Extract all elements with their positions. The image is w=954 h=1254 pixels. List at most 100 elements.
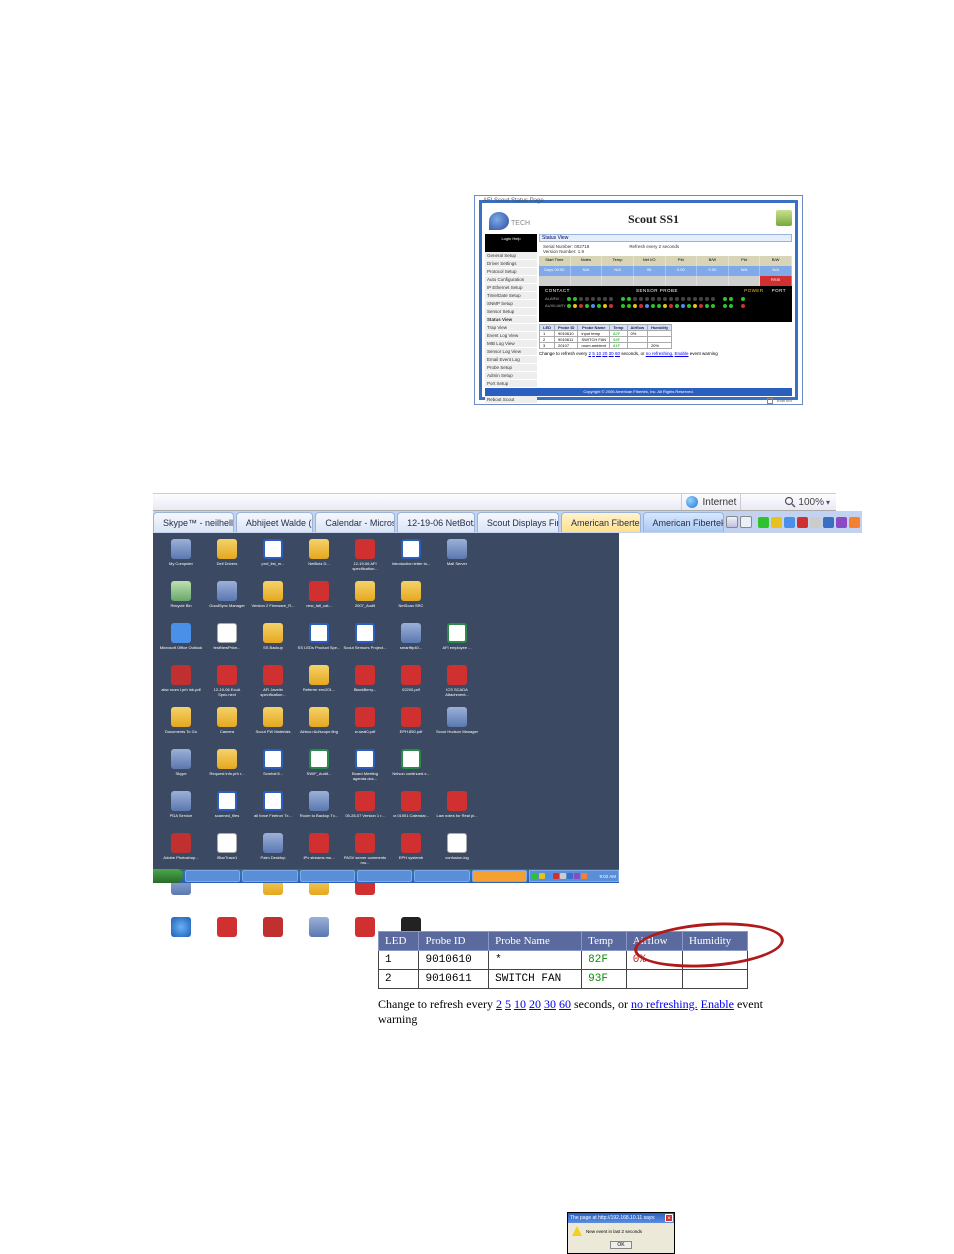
desktop-icon[interactable]: Camera <box>205 707 249 747</box>
desktop-icon[interactable]: iStarTrace1 <box>205 833 249 873</box>
link[interactable]: 10 <box>596 351 601 356</box>
desktop-icon[interactable]: scanned_files <box>205 791 249 831</box>
no-refresh-link[interactable]: no refreshing. <box>631 997 698 1011</box>
sidebar-item[interactable]: MIB Log View <box>485 340 537 348</box>
sidebar-item[interactable]: Reboot Scout <box>485 396 537 404</box>
zoom-control[interactable]: 100% ▾ <box>784 496 830 508</box>
desktop-icon[interactable]: NetBotz D... <box>297 539 341 579</box>
desktop-icon[interactable]: testNewPrice... <box>205 623 249 663</box>
tray-icon[interactable] <box>758 517 769 528</box>
enable-link[interactable]: Enable <box>701 997 734 1011</box>
desktop-icon[interactable]: PDA Service <box>159 791 203 831</box>
link[interactable]: 20 <box>602 351 607 356</box>
sidebar-item[interactable]: Admin Setup <box>485 372 537 380</box>
desktop-icon[interactable]: Dell Drivers <box>205 539 249 579</box>
desktop-icon[interactable]: NetScan SRC <box>389 581 433 621</box>
desktop-icon[interactable]: Introduction letter to... <box>389 539 433 579</box>
desktop-icon[interactable]: EPH systemb <box>389 833 433 873</box>
sidebar-item[interactable]: Driver Settings <box>485 260 537 268</box>
task-tab[interactable] <box>300 870 355 882</box>
sidebar-item[interactable]: IP Ethernet Setup <box>485 284 537 292</box>
sidebar-item[interactable]: Email Event Log <box>485 356 537 364</box>
start-button[interactable] <box>153 869 183 883</box>
sidebar-item[interactable]: General Setup <box>485 252 537 260</box>
desktop-icon[interactable]: Scout Hudson Manager <box>435 707 479 747</box>
desktop-icon[interactable]: Scmhsf.fl... <box>251 749 295 789</box>
tray-icon[interactable] <box>810 517 821 528</box>
print-icon[interactable] <box>740 516 752 528</box>
desktop-icon[interactable]: 2007_Audit <box>343 581 387 621</box>
task-tab[interactable] <box>185 870 240 882</box>
sidebar-item[interactable]: Time/Date Setup <box>485 292 537 300</box>
desktop-icon[interactable]: 12-19-06 EcoA Spec.next <box>205 665 249 705</box>
sidebar-item[interactable]: Auto Configuration <box>485 276 537 284</box>
desktop-icon[interactable]: Skype <box>159 749 203 789</box>
refresh-link-2[interactable]: 2 <box>496 997 502 1011</box>
sidebar-item[interactable]: Protocol Setup <box>485 268 537 276</box>
desktop-icon[interactable]: Request info.prh r... <box>205 749 249 789</box>
desktop-icon[interactable]: Board Meeting agenda.doc... <box>343 749 387 789</box>
refresh-link-60[interactable]: 60 <box>559 997 571 1011</box>
ok-button[interactable]: OK <box>610 1241 631 1249</box>
task-tab[interactable] <box>357 870 412 882</box>
desktop-icon[interactable]: ICS SCADA Attachment... <box>435 665 479 705</box>
link[interactable]: 5 <box>592 351 595 356</box>
desktop-icon[interactable]: Scout FW Materials <box>251 707 295 747</box>
desktop-icon[interactable]: smartftp40... <box>389 623 433 663</box>
desktop-icon[interactable]: abw room l.prh lnk.pdf <box>159 665 203 705</box>
desktop-icon[interactable]: Skim <box>251 917 295 957</box>
desktop-icon[interactable]: SWIF_Audit... <box>297 749 341 789</box>
link[interactable]: no refreshing. <box>646 351 674 356</box>
sidebar-item[interactable]: Sensor Log View <box>485 348 537 356</box>
desktop-icon[interactable]: EPH.850.pdf <box>389 707 433 747</box>
desktop-icon[interactable]: Scout Sensors Project... <box>343 623 387 663</box>
desktop-icon[interactable]: Microsoft Office Outlook <box>159 623 203 663</box>
desktop-icon[interactable]: w-seal0.pdf <box>343 707 387 747</box>
desktop-icon[interactable]: all force Firetron Tx... <box>251 791 295 831</box>
sidebar-item-status[interactable]: Status View <box>485 316 537 324</box>
desktop-icon[interactable]: new_fall_cat... <box>297 581 341 621</box>
desktop-icon[interactable]: IE <box>159 917 203 957</box>
sidebar-item[interactable]: Trap View <box>485 324 537 332</box>
browser-tab[interactable]: American Fibertek -... <box>643 512 724 532</box>
sidebar-item[interactable]: Event Log View <box>485 332 537 340</box>
link[interactable]: 2 <box>589 351 592 356</box>
task-tab-active[interactable] <box>472 870 527 882</box>
desktop-icon[interactable]: Recycle Bin <box>159 581 203 621</box>
browser-tab[interactable]: Skype™ - neilheller... <box>153 512 234 532</box>
sidebar-item[interactable]: Port Setup <box>485 380 537 388</box>
sidebar-item[interactable]: SNMP Setup <box>485 300 537 308</box>
desktop-icon[interactable]: Opera <box>297 917 341 957</box>
home-icon[interactable] <box>726 516 738 528</box>
link[interactable]: 30 <box>609 351 614 356</box>
browser-tab[interactable]: Abhijeet Walde (O... <box>236 512 314 532</box>
desktop-icon[interactable]: BlackBerry... <box>343 665 387 705</box>
desktop-icon[interactable]: Mail Server <box>435 539 479 579</box>
desktop-icon[interactable]: Adobe Photoshop... <box>159 833 203 873</box>
desktop-icon[interactable]: SS Backup <box>251 623 295 663</box>
desktop-icon[interactable]: My Computer <box>159 539 203 579</box>
desktop-icon[interactable]: Referrer env201... <box>297 665 341 705</box>
desktop-icon[interactable]: AFI Javelin specification... <box>251 665 295 705</box>
refresh-link-10[interactable]: 10 <box>514 997 526 1011</box>
desktop-icon[interactable]: confusion.log <box>435 833 479 873</box>
desktop-icon[interactable]: prof_list_m... <box>251 539 295 579</box>
desktop-icon[interactable]: Documents To Go <box>159 707 203 747</box>
browser-tab[interactable]: Calendar - Microso... <box>315 512 395 532</box>
browser-tab[interactable]: American Fibertek ... <box>561 512 640 532</box>
desktop-icon[interactable]: 05-28-07 Version 1 r... <box>343 791 387 831</box>
desktop-icon[interactable]: Airbus r&d/scope.flng <box>297 707 341 747</box>
desktop-icon[interactable]: GoodSync Manager <box>205 581 249 621</box>
desktop-icon[interactable]: Version 2 Firmware_R... <box>251 581 295 621</box>
tray-icon[interactable] <box>771 517 782 528</box>
desktop-icon[interactable]: SS LEDs Product Spe... <box>297 623 341 663</box>
tray-icon[interactable] <box>849 517 860 528</box>
task-tab[interactable] <box>414 870 469 882</box>
browser-tab[interactable]: Scout Displays Fina... <box>477 512 559 532</box>
tray-icon[interactable] <box>836 517 847 528</box>
tray-icon[interactable] <box>823 517 834 528</box>
refresh-link-5[interactable]: 5 <box>505 997 511 1011</box>
task-tab[interactable] <box>242 870 297 882</box>
desktop-icon[interactable]: Palm Desktop <box>251 833 295 873</box>
tray-icon[interactable] <box>784 517 795 528</box>
